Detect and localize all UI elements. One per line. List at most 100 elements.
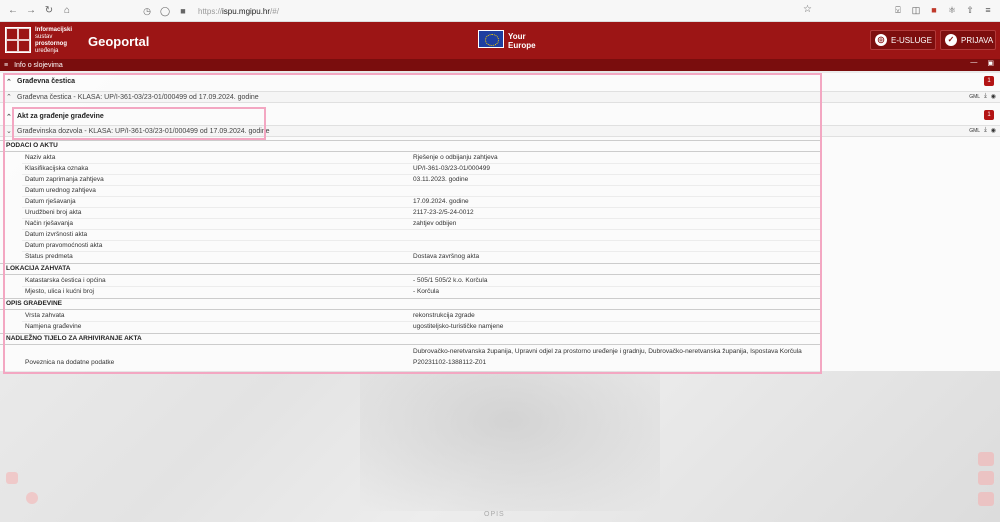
eye-icon[interactable]: ◉ [991,127,996,134]
detail-value: rekonstrukcija zgrade [413,312,475,319]
detail-value: - 505/1 505/2 k.o. Korčula [413,277,488,284]
map-locate-icon[interactable] [978,471,994,485]
detail-value: 03.11.2023. godine [413,176,469,183]
e-usluge-button[interactable]: ◎ E-USLUGE [870,30,936,50]
login-label: PRIJAVA [961,35,994,45]
download-icon[interactable]: ⤓ [984,127,987,134]
layer-info-title: Info o slojevima [14,61,63,69]
chevron-down-icon: ⌄ [6,128,12,135]
map-layer-icon[interactable] [26,492,38,504]
logo-line: prostornog [35,41,67,47]
detail-value: ugostiteljsko-turističke namjene [413,323,504,330]
divider [22,174,820,175]
bookmark-star-icon[interactable]: ☆ [803,4,812,15]
divider [22,196,820,197]
back-icon[interactable]: ← [6,4,20,18]
download-icon[interactable]: ⤓ [984,93,987,100]
divider [0,309,821,310]
logo-line: Informacijski [35,27,73,33]
detail-label: Status predmeta [25,253,73,260]
divider [22,240,820,241]
detail-link[interactable]: P20231102-1388112-Z01 [413,359,486,366]
shield-icon[interactable]: ◯ [158,4,172,18]
detail-value: Rješenje o odbijanju zahtjeva [413,154,498,161]
chevron-right-icon: ⌃ [6,94,12,101]
url-suffix: /#/ [270,6,279,16]
chevron-up-icon: ⌃ [6,113,12,121]
detail-label: Mjesto, ulica i kućni broj [25,288,94,295]
detail-label: Datum izvršnosti akta [25,231,88,238]
divider [0,274,821,275]
divider [22,207,820,208]
section-gradevna-cestica[interactable]: ⌃ Građevna čestica [0,76,1000,87]
url-prefix: https:// [198,6,223,16]
fullscreen-icon[interactable]: ▣ [987,59,994,67]
divider [0,344,821,345]
history-icon[interactable]: ◷ [140,4,154,18]
detail-value: - Korčula [413,288,440,295]
eye-icon[interactable]: ◉ [991,93,996,100]
detail-value: UP/I-361-03/23-01/000499 [413,165,490,172]
address-bar[interactable]: ◷ ◯ ■ https://ispu.mgipu.hr/#/ [140,3,820,19]
feature-row-gradevinska-dozvola[interactable]: ⌄ Građevinska dozvola - KLASA: UP/I-361-… [0,125,1000,137]
your-europe-line2: Europe [508,41,536,50]
detail-value: 17.09.2024. godine [413,198,469,205]
divider [0,140,821,141]
detail-label: Način rješavanja [25,220,74,227]
section-akt-za-gradenje[interactable]: ⌃ Akt za građenje građevine [0,111,1000,122]
map-zoom-in-icon[interactable] [978,452,994,466]
detail-value: zahtjev odbijen [413,220,457,227]
login-button[interactable]: ✓ PRIJAVA [940,30,996,50]
home-icon[interactable]: ⌂ [60,4,74,18]
chevron-up-icon: ⌃ [6,78,12,86]
app-title: Geoportal [88,34,150,49]
minimize-icon[interactable]: — [970,59,977,67]
extensions-icon[interactable]: ⚛ [946,4,958,16]
gml-download-button[interactable]: GML [969,128,980,134]
check-icon: ✓ [945,34,957,46]
url-text[interactable]: https://ispu.mgipu.hr/#/ [198,7,279,16]
detail-label: Datum urednog zahtjeva [25,187,96,194]
globe-icon: ◎ [875,34,887,46]
pocket-icon[interactable]: ⍌ [892,4,904,16]
divider [22,229,820,230]
eu-flag-icon [478,30,504,48]
detail-value: Dostava završnog akta [413,253,480,260]
gml-download-button[interactable]: GML [969,94,980,100]
layer-info-bar: ≡ Info o slojevima — ▣ [0,59,1000,71]
logo-line: sustav [35,34,53,40]
map-zoom-out-icon[interactable] [978,492,994,506]
extension-shield-icon[interactable]: ■ [928,4,940,16]
group-opis-gradevine: OPIS GRAĐEVINE [6,300,62,307]
row-actions: GML ⤓ ◉ [969,127,996,134]
map-tool-icon[interactable] [6,472,18,484]
feature-row-gradevna-cestica[interactable]: ⌃ Građevna čestica - KLASA: UP/I-361-03/… [0,91,1000,103]
feature-row-label: Građevinska dozvola - KLASA: UP/I-361-03… [17,127,270,135]
logo-text: Informacijski sustav prostornog uređenja [35,27,72,55]
your-europe-line1: Your [508,32,526,41]
detail-value: 2117-23-2/5-24-0012 [413,209,474,216]
detail-label: Namjena građevine [25,323,82,330]
divider [22,163,820,164]
forward-icon[interactable]: → [24,4,38,18]
sidebar-icon[interactable]: ◫ [910,4,922,16]
hamburger-icon[interactable]: ≡ [4,62,8,69]
divider [0,298,821,299]
divider [22,185,820,186]
count-badge: 1 [984,76,994,86]
detail-label: Datum rješavanja [25,198,76,205]
detail-value: Dubrovačko-neretvanska županija, Upravni… [413,348,802,355]
ispu-logo[interactable] [5,27,31,53]
your-europe-logo[interactable]: Your Europe [508,32,536,50]
detail-label: Datum zaprimanja zahtjeva [25,176,104,183]
reload-icon[interactable]: ↻ [42,4,56,18]
group-podaci-o-aktu: PODACI O AKTU [6,142,58,149]
menu-icon[interactable]: ≡ [982,4,994,16]
e-usluge-label: E-USLUGE [891,35,932,45]
section-title: Akt za građenje građevine [17,113,104,120]
divider [0,151,821,152]
divider [22,286,820,287]
group-lokacija-zahvata: LOKACIJA ZAHVATA [6,265,71,272]
detail-label: Urudžbeni broj akta [25,209,82,216]
share-icon[interactable]: ⇧ [964,4,976,16]
